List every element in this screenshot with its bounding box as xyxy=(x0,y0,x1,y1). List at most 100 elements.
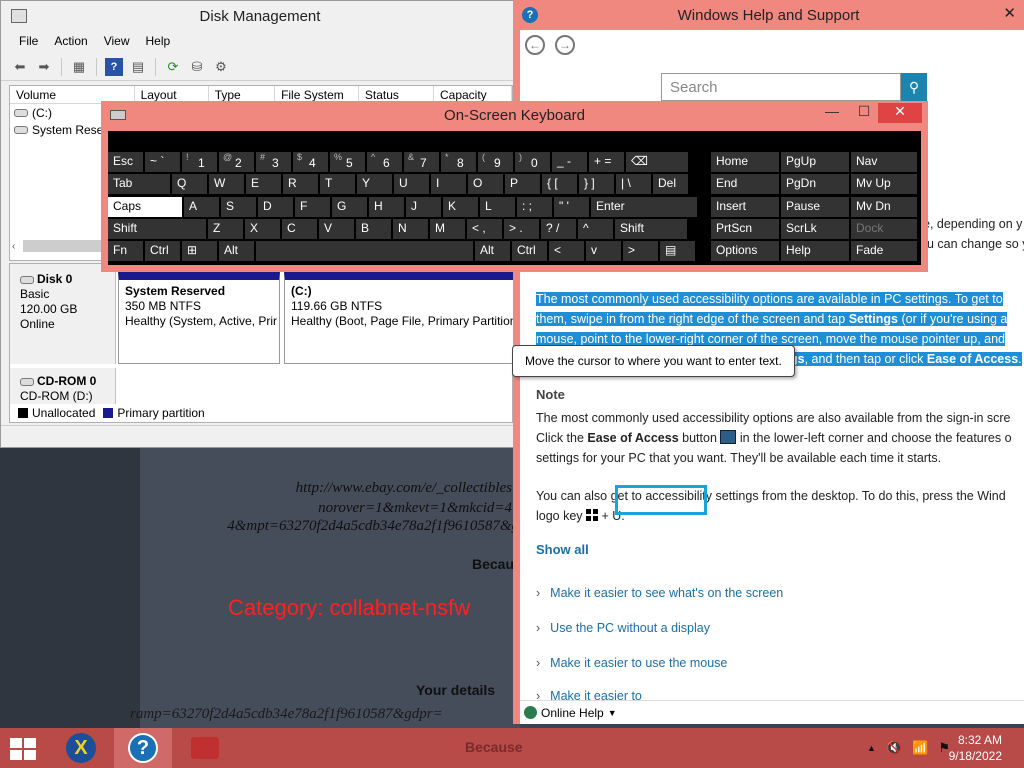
disk-0-label[interactable]: Disk 0 Basic 120.00 GB Online xyxy=(10,264,116,364)
key-symbol[interactable]: < , xyxy=(467,219,502,239)
key-3[interactable]: #3 xyxy=(256,152,291,172)
key-fade[interactable]: Fade xyxy=(851,241,917,261)
expander-mouse[interactable]: › Make it easier to use the mouse xyxy=(536,656,727,670)
key-alt[interactable]: Alt xyxy=(219,241,254,261)
key-symbol[interactable]: " ' xyxy=(554,197,589,217)
key-symbol[interactable]: ⊞ xyxy=(182,241,217,261)
key-o[interactable]: O xyxy=(468,174,503,194)
key-m[interactable]: M xyxy=(430,219,465,239)
rescan-disks-icon[interactable]: ⛁ xyxy=(188,58,206,76)
key-help[interactable]: Help xyxy=(781,241,849,261)
key-ctrl[interactable]: Ctrl xyxy=(145,241,180,261)
key-symbol[interactable]: + = xyxy=(589,152,624,172)
forward-icon[interactable]: → xyxy=(555,35,575,55)
key-w[interactable]: W xyxy=(209,174,244,194)
key-nav[interactable]: Nav xyxy=(851,152,917,172)
key-symbol[interactable]: ▤ xyxy=(660,241,695,261)
volume-muted-icon[interactable]: 🔇 xyxy=(886,740,902,756)
network-icon[interactable]: 📶 xyxy=(912,740,928,756)
key-pause[interactable]: Pause xyxy=(781,197,849,217)
key-d[interactable]: D xyxy=(258,197,293,217)
key-symbol[interactable]: : ; xyxy=(517,197,552,217)
key-fn[interactable]: Fn xyxy=(108,241,143,261)
key-s[interactable]: S xyxy=(221,197,256,217)
taskbar-app-xmanager[interactable]: X xyxy=(52,728,110,768)
dropdown-arrow-icon[interactable]: ▼ xyxy=(608,708,617,718)
key-caps[interactable]: Caps xyxy=(108,197,182,217)
key-4[interactable]: $4 xyxy=(293,152,328,172)
maximize-icon[interactable]: ☐ xyxy=(848,103,880,123)
key-alt[interactable]: Alt xyxy=(475,241,510,261)
key-ctrl[interactable]: Ctrl xyxy=(512,241,547,261)
key-6[interactable]: ^ 6 xyxy=(367,152,402,172)
key-symbol[interactable]: > xyxy=(623,241,658,261)
show-hidden-icons[interactable]: ▲ xyxy=(867,743,876,756)
key-f[interactable]: F xyxy=(295,197,330,217)
key-symbol[interactable]: ^ xyxy=(578,219,613,239)
key-b[interactable]: B xyxy=(356,219,391,239)
key-mvdn[interactable]: Mv Dn xyxy=(851,197,917,217)
key-enter[interactable]: Enter xyxy=(591,197,697,217)
help-book-icon[interactable]: ? xyxy=(105,57,123,76)
key-2[interactable]: @2 xyxy=(219,152,254,172)
key-symbol[interactable]: { [ xyxy=(542,174,577,194)
key-i[interactable]: I xyxy=(431,174,466,194)
key-mvup[interactable]: Mv Up xyxy=(851,174,917,194)
close-icon[interactable]: ✕ xyxy=(1003,4,1016,22)
key-symbol[interactable]: _ - xyxy=(552,152,587,172)
properties-icon[interactable]: ▤ xyxy=(129,58,147,76)
key-shift[interactable]: Shift xyxy=(615,219,687,239)
key-t[interactable]: T xyxy=(320,174,355,194)
menu-action[interactable]: Action xyxy=(54,34,87,50)
key-x[interactable]: X xyxy=(245,219,280,239)
key-scrlk[interactable]: ScrLk xyxy=(781,219,849,239)
close-icon[interactable]: ✕ xyxy=(878,103,922,123)
search-icon[interactable]: ⚲ xyxy=(901,73,927,101)
key-v[interactable]: V xyxy=(319,219,354,239)
expander-no-display[interactable]: › Use the PC without a display xyxy=(536,621,710,635)
osk-titlebar[interactable]: On-Screen Keyboard — ☐ ✕ xyxy=(101,101,928,129)
key-a[interactable]: A xyxy=(184,197,219,217)
key-c[interactable]: C xyxy=(282,219,317,239)
help-search-input[interactable] xyxy=(661,73,901,101)
key-k[interactable]: K xyxy=(443,197,478,217)
key-z[interactable]: Z xyxy=(208,219,243,239)
key-insert[interactable]: Insert xyxy=(711,197,779,217)
key-q[interactable]: Q xyxy=(172,174,207,194)
expander-see-screen[interactable]: › Make it easier to see what's on the scr… xyxy=(536,586,783,600)
key-symbol[interactable]: ~ ` xyxy=(145,152,180,172)
taskbar-app-toolbox[interactable] xyxy=(176,728,234,768)
key-p[interactable]: P xyxy=(505,174,540,194)
disk-mgmt-titlebar[interactable]: Disk Management xyxy=(1,1,519,31)
forward-arrow-icon[interactable]: ➡ xyxy=(35,58,53,76)
key-r[interactable]: R xyxy=(283,174,318,194)
key-7[interactable]: & 7 xyxy=(404,152,439,172)
key-home[interactable]: Home xyxy=(711,152,779,172)
key-u[interactable]: U xyxy=(394,174,429,194)
key-space[interactable] xyxy=(256,241,473,261)
key-symbol[interactable]: } ] xyxy=(579,174,614,194)
scrollbar-thumb[interactable] xyxy=(23,240,114,252)
key-0[interactable]: ) 0 xyxy=(515,152,550,172)
partition-c[interactable]: (C:) 119.66 GB NTFS Healthy (Boot, Page … xyxy=(284,272,514,364)
key-del[interactable]: Del xyxy=(653,174,688,194)
key-symbol[interactable]: > . xyxy=(504,219,539,239)
refresh-icon[interactable]: ⟳ xyxy=(164,58,182,76)
key-pgdn[interactable]: PgDn xyxy=(781,174,849,194)
key-v[interactable]: v xyxy=(586,241,621,261)
key-dock[interactable]: Dock xyxy=(851,219,917,239)
settings-icon[interactable]: ⚙ xyxy=(212,58,230,76)
key-j[interactable]: J xyxy=(406,197,441,217)
back-icon[interactable]: ← xyxy=(525,35,545,55)
key-symbol[interactable]: ? / xyxy=(541,219,576,239)
key-esc[interactable]: Esc xyxy=(108,152,143,172)
key-symbol[interactable]: < xyxy=(549,241,584,261)
key-g[interactable]: G xyxy=(332,197,367,217)
key-n[interactable]: N xyxy=(393,219,428,239)
key-9[interactable]: (9 xyxy=(478,152,513,172)
help-titlebar[interactable]: ? Windows Help and Support ✕ xyxy=(513,0,1024,30)
menu-file[interactable]: File xyxy=(19,34,38,50)
key-5[interactable]: % 5 xyxy=(330,152,365,172)
key-l[interactable]: L xyxy=(480,197,515,217)
key-shift[interactable]: Shift xyxy=(108,219,206,239)
